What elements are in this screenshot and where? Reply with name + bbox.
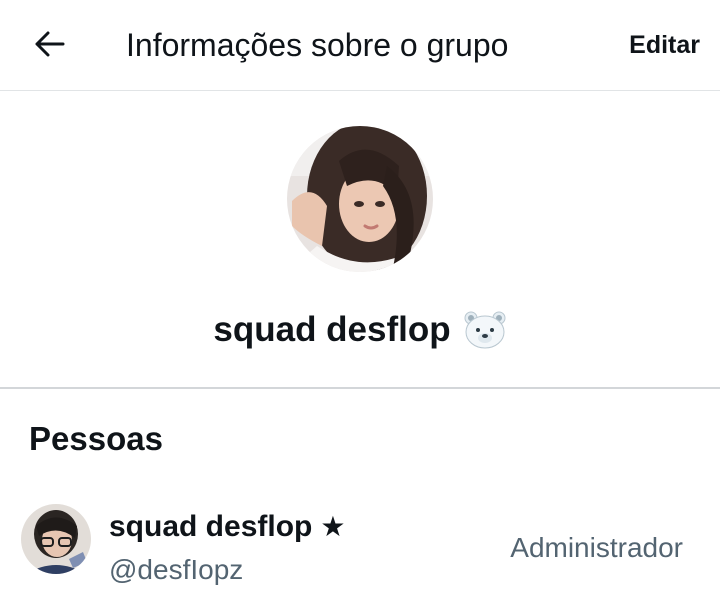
- polar-bear-face-icon: [463, 310, 507, 350]
- member-name-row: squad desflop ★: [109, 508, 345, 546]
- member-avatar[interactable]: [21, 504, 91, 574]
- page-title: Informações sobre o grupo: [126, 27, 509, 63]
- member-handle: @desfIopz: [109, 554, 244, 585]
- member-name: squad desflop: [109, 510, 313, 543]
- group-avatar[interactable]: [287, 126, 433, 272]
- group-name-row: squad desflop: [0, 308, 720, 352]
- member-row[interactable]: squad desflop ★ @desfIopz Administrador: [0, 496, 720, 596]
- edit-button[interactable]: Editar: [629, 28, 700, 62]
- people-heading: Pessoas: [29, 420, 163, 457]
- group-name: squad desflop: [213, 310, 451, 349]
- member-role: Administrador: [510, 532, 683, 563]
- group-info-section: squad desflop: [0, 91, 720, 389]
- arrow-left-icon: [35, 31, 65, 57]
- top-bar: Informações sobre o grupo Editar: [0, 0, 720, 91]
- back-button[interactable]: [26, 22, 74, 66]
- star-icon: ★: [320, 511, 346, 542]
